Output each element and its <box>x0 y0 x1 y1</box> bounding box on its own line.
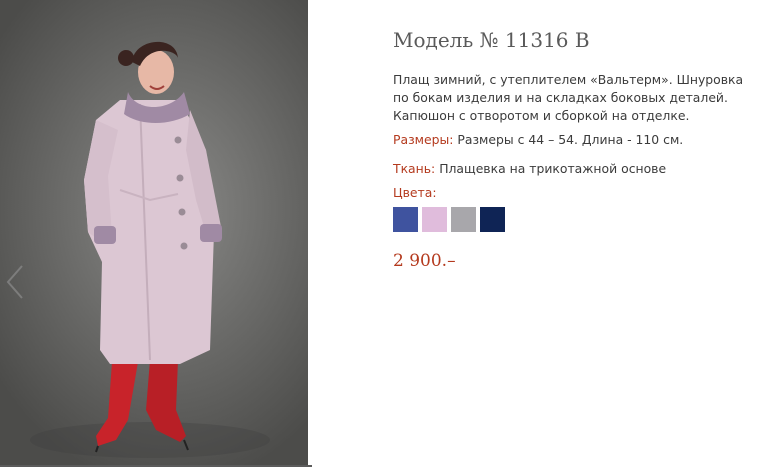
model-illustration <box>30 41 270 458</box>
color-swatch-pink[interactable] <box>422 207 447 232</box>
fabric-spec: Ткань: Плащевка на трикотажной основе <box>393 161 666 176</box>
color-swatch-blue[interactable] <box>393 207 418 232</box>
fabric-label: Ткань: <box>393 161 436 176</box>
colors-label: Цвета: <box>393 185 437 200</box>
sizes-value: Размеры с 44 – 54. Длина - 110 см. <box>457 132 684 147</box>
product-photo <box>0 0 308 465</box>
product-price: 2 900.– <box>393 251 456 271</box>
color-swatch-navy[interactable] <box>480 207 505 232</box>
sizes-spec: Размеры: Размеры с 44 – 54. Длина - 110 … <box>393 132 683 147</box>
color-swatches <box>393 207 505 232</box>
product-description: Плащ зимний, с утеплителем «Вальтерм». Ш… <box>393 72 744 123</box>
sizes-label: Размеры: <box>393 132 454 147</box>
product-page: Модель № 11316 В Плащ зимний, с утеплите… <box>0 0 764 469</box>
color-swatch-grey[interactable] <box>451 207 476 232</box>
product-title: Модель № 11316 В <box>393 28 590 52</box>
previous-image-arrow-icon[interactable] <box>4 262 26 302</box>
fabric-value: Плащевка на трикотажной основе <box>439 161 667 176</box>
photo-divider <box>0 465 312 467</box>
